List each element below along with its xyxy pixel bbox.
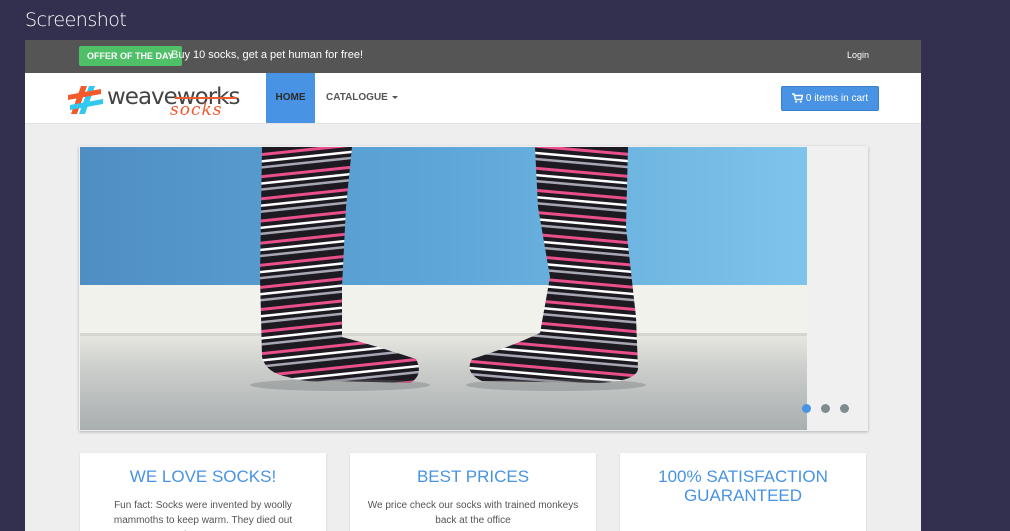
- cart-button[interactable]: 0 items in cart: [781, 86, 879, 111]
- browser-page: OFFER OF THE DAY Buy 10 socks, get a pet…: [25, 40, 921, 531]
- logo-subtitle: socks: [170, 100, 223, 120]
- carousel-dot[interactable]: [802, 404, 811, 413]
- carousel-dot[interactable]: [840, 404, 849, 413]
- caret-down-icon: [391, 95, 398, 99]
- hero-carousel[interactable]: [79, 146, 868, 431]
- logo-strikethrough: [175, 97, 237, 99]
- nav-catalogue[interactable]: CATALOGUE: [326, 73, 398, 123]
- login-link[interactable]: Login: [847, 48, 869, 62]
- nav-home[interactable]: HOME: [266, 73, 315, 123]
- offer-bar: OFFER OF THE DAY Buy 10 socks, get a pet…: [25, 40, 921, 73]
- feature-title: WE LOVE SOCKS!: [129, 467, 277, 486]
- carousel-slide-image: [80, 147, 807, 430]
- feature-text: We price check our socks with trained mo…: [367, 500, 579, 526]
- offer-text: Buy 10 socks, get a pet human for free!: [171, 49, 363, 61]
- weaveworks-mark-icon: [68, 86, 103, 114]
- shopping-cart-icon: [791, 93, 803, 104]
- feature-title: BEST PRICES: [416, 467, 530, 486]
- main-navbar: weaveworks socks HOME CATALOGUE 0 items …: [25, 73, 921, 124]
- offer-badge: OFFER OF THE DAY: [79, 46, 182, 66]
- socks-photo: [80, 147, 807, 430]
- carousel-dot[interactable]: [821, 404, 830, 413]
- weaveworks-logo[interactable]: weaveworks socks: [67, 80, 242, 120]
- feature-text: Fun fact: Socks were invented by woolly …: [113, 500, 293, 531]
- screenshot-caption: Screenshot: [25, 9, 127, 31]
- carousel-indicators: [802, 400, 859, 413]
- cart-label: 0 items in cart: [805, 93, 869, 104]
- nav-catalogue-label: CATALOGUE: [326, 92, 388, 103]
- feature-title: 100% SATISFACTION GUARANTEED: [658, 467, 828, 505]
- feature-box-love-socks: WE LOVE SOCKS! Fun fact: Socks were inve…: [80, 453, 326, 531]
- feature-box-satisfaction: 100% SATISFACTION GUARANTEED: [620, 453, 866, 531]
- feature-box-best-prices: BEST PRICES We price check our socks wit…: [350, 453, 596, 531]
